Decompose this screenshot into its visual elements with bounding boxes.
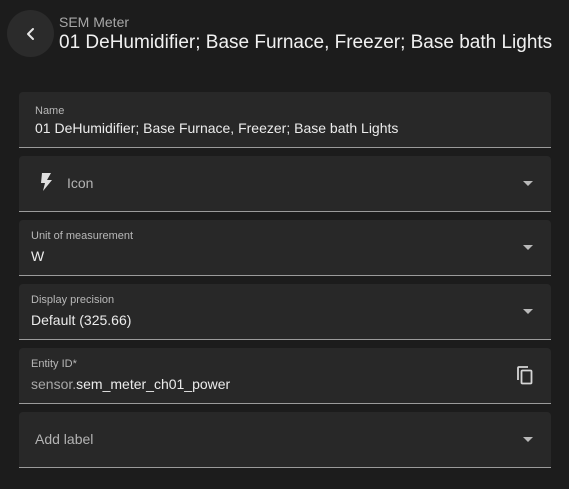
display-precision-value: Default (325.66)	[31, 312, 132, 328]
dialog-header: SEM Meter 01 DeHumidifier; Base Furnace,…	[0, 0, 569, 70]
lightning-bolt-icon	[38, 172, 54, 192]
chevron-down-icon	[523, 309, 533, 314]
display-precision-select[interactable]: Display precision Default (325.66)	[19, 284, 551, 340]
icon-picker-placeholder: Icon	[67, 175, 94, 191]
entity-id-value-row[interactable]: sensor.sem_meter_ch01_power	[31, 376, 230, 393]
chevron-down-icon	[523, 245, 533, 250]
copy-icon[interactable]	[515, 365, 535, 387]
unit-of-measurement-label: Unit of measurement	[31, 230, 134, 242]
entity-id-field[interactable]: Entity ID* sensor.sem_meter_ch01_power	[19, 348, 551, 404]
name-field-value[interactable]: 01 DeHumidifier; Base Furnace, Freezer; …	[35, 120, 398, 137]
header-subtitle: SEM Meter	[59, 14, 130, 30]
add-label-select[interactable]: Add label	[19, 412, 551, 468]
unit-of-measurement-select[interactable]: Unit of measurement W	[19, 220, 551, 276]
entity-id-prefix: sensor.	[31, 376, 77, 392]
header-title: 01 DeHumidifier; Base Furnace, Freezer; …	[59, 32, 553, 53]
entity-settings-dialog: SEM Meter 01 DeHumidifier; Base Furnace,…	[0, 0, 569, 489]
icon-picker[interactable]: Icon	[19, 156, 551, 212]
name-field-label: Name	[35, 105, 65, 117]
display-precision-label: Display precision	[31, 294, 115, 306]
chevron-down-icon	[523, 181, 533, 186]
chevron-down-icon	[523, 437, 533, 442]
chevron-left-icon	[26, 27, 34, 40]
back-button[interactable]	[7, 10, 54, 57]
entity-id-label: Entity ID*	[31, 358, 77, 370]
unit-of-measurement-value: W	[31, 248, 45, 264]
add-label-placeholder: Add label	[35, 431, 94, 447]
entity-id-value: sem_meter_ch01_power	[76, 376, 231, 392]
name-field[interactable]: Name 01 DeHumidifier; Base Furnace, Free…	[19, 92, 551, 148]
